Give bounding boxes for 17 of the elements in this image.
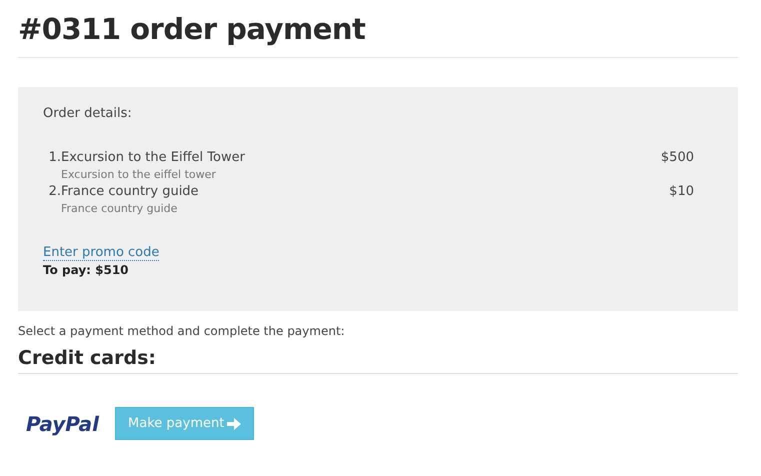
item-price: $10: [669, 183, 694, 201]
make-payment-button[interactable]: Make payment: [115, 407, 254, 440]
promo-code-link[interactable]: Enter promo code: [43, 245, 160, 261]
arrow-right-icon: [227, 418, 242, 430]
page-title: #0311 order payment: [18, 12, 366, 46]
order-heading: Order details:: [43, 105, 133, 123]
section-title: Credit cards:: [18, 346, 157, 371]
total-amount: To pay: $510: [43, 262, 130, 279]
item-description: France country guide: [60, 201, 178, 217]
instruction-text: Select a payment method and complete the payment:: [18, 323, 346, 339]
item-number: 1.: [48, 149, 61, 167]
item-name: France country guide: [61, 183, 200, 201]
item-name: Excursion to the Eiffel Tower: [61, 149, 246, 167]
item-price: $500: [660, 149, 694, 167]
item-number: 2.: [48, 183, 61, 201]
paypal-logo: PayPal: [26, 412, 100, 436]
item-description: Excursion to the eiffel tower: [60, 167, 217, 183]
